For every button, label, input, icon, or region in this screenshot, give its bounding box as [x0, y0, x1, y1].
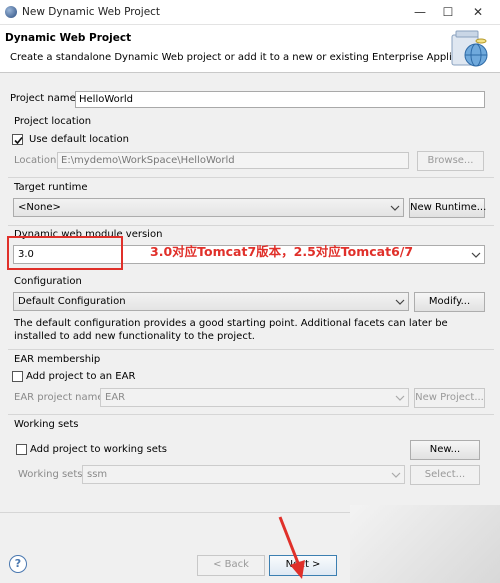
separator: [8, 349, 494, 350]
title-bar: New Dynamic Web Project — ☐ ✕: [0, 0, 500, 25]
blurred-region: [350, 505, 500, 583]
chevron-down-icon: [395, 299, 405, 305]
use-default-location-label: Use default location: [29, 134, 129, 145]
web-project-banner-icon: [451, 30, 488, 67]
wizard-description: Create a standalone Dynamic Web project …: [10, 52, 486, 63]
working-sets-group-label: Working sets: [14, 419, 79, 430]
working-sets-combo[interactable]: ssm: [82, 465, 405, 484]
red-arrow-annotation-icon: [278, 516, 305, 579]
wizard-header: Dynamic Web Project Create a standalone …: [0, 25, 500, 73]
new-runtime-button[interactable]: New Runtime...: [409, 198, 486, 218]
highlight-box: [7, 236, 123, 270]
annotation-text: 3.0对应Tomcat7版本，2.5对应Tomcat6/7: [150, 244, 414, 259]
add-to-ear-checkbox[interactable]: [12, 371, 23, 382]
minimize-icon[interactable]: —: [405, 3, 435, 21]
chevron-down-icon: [395, 395, 405, 401]
configuration-description: The default configuration provides a goo…: [14, 318, 448, 342]
configuration-combo[interactable]: Default Configuration: [13, 292, 409, 311]
chevron-down-icon: [471, 252, 481, 258]
modify-button[interactable]: Modify...: [414, 292, 485, 312]
location-label: Location:: [14, 155, 60, 166]
wizard-title: Dynamic Web Project: [5, 32, 132, 44]
chevron-down-icon: [390, 205, 400, 211]
separator: [8, 414, 494, 415]
back-button[interactable]: < Back: [197, 555, 265, 576]
browse-button[interactable]: Browse...: [417, 151, 484, 171]
project-name-input[interactable]: HelloWorld: [75, 91, 485, 108]
ear-project-name-value: EAR: [105, 392, 126, 403]
use-default-location-checkbox[interactable]: [12, 134, 23, 145]
target-runtime-group-label: Target runtime: [14, 182, 88, 193]
checkmark-icon: [14, 136, 23, 145]
project-name-label: Project name:: [10, 93, 80, 104]
target-runtime-combo[interactable]: <None>: [13, 198, 404, 217]
ear-project-name-label: EAR project name:: [14, 392, 107, 403]
ear-project-name-combo[interactable]: EAR: [100, 388, 409, 407]
configuration-value: Default Configuration: [18, 296, 126, 307]
new-project-button[interactable]: New Project...: [414, 388, 485, 408]
close-icon[interactable]: ✕: [463, 3, 493, 21]
target-runtime-value: <None>: [18, 202, 61, 213]
window-title: New Dynamic Web Project: [22, 6, 161, 18]
add-to-working-sets-checkbox[interactable]: [16, 444, 27, 455]
add-to-ear-label: Add project to an EAR: [26, 371, 136, 382]
maximize-icon[interactable]: ☐: [433, 3, 463, 21]
chevron-down-icon: [391, 472, 401, 478]
location-input[interactable]: E:\mydemo\WorkSpace\HelloWorld: [57, 152, 409, 169]
help-icon[interactable]: ?: [9, 555, 27, 573]
working-sets-label: Working sets:: [18, 469, 86, 480]
working-sets-value: ssm: [87, 469, 108, 480]
add-to-working-sets-label: Add project to working sets: [30, 444, 167, 455]
separator: [8, 225, 494, 226]
project-location-group-label: Project location: [14, 116, 92, 127]
eclipse-icon: [5, 6, 17, 18]
configuration-group-label: Configuration: [14, 276, 82, 287]
select-working-sets-button[interactable]: Select...: [410, 465, 480, 485]
separator: [8, 177, 494, 178]
ear-membership-group-label: EAR membership: [14, 354, 101, 365]
new-working-set-button[interactable]: New...: [410, 440, 480, 460]
